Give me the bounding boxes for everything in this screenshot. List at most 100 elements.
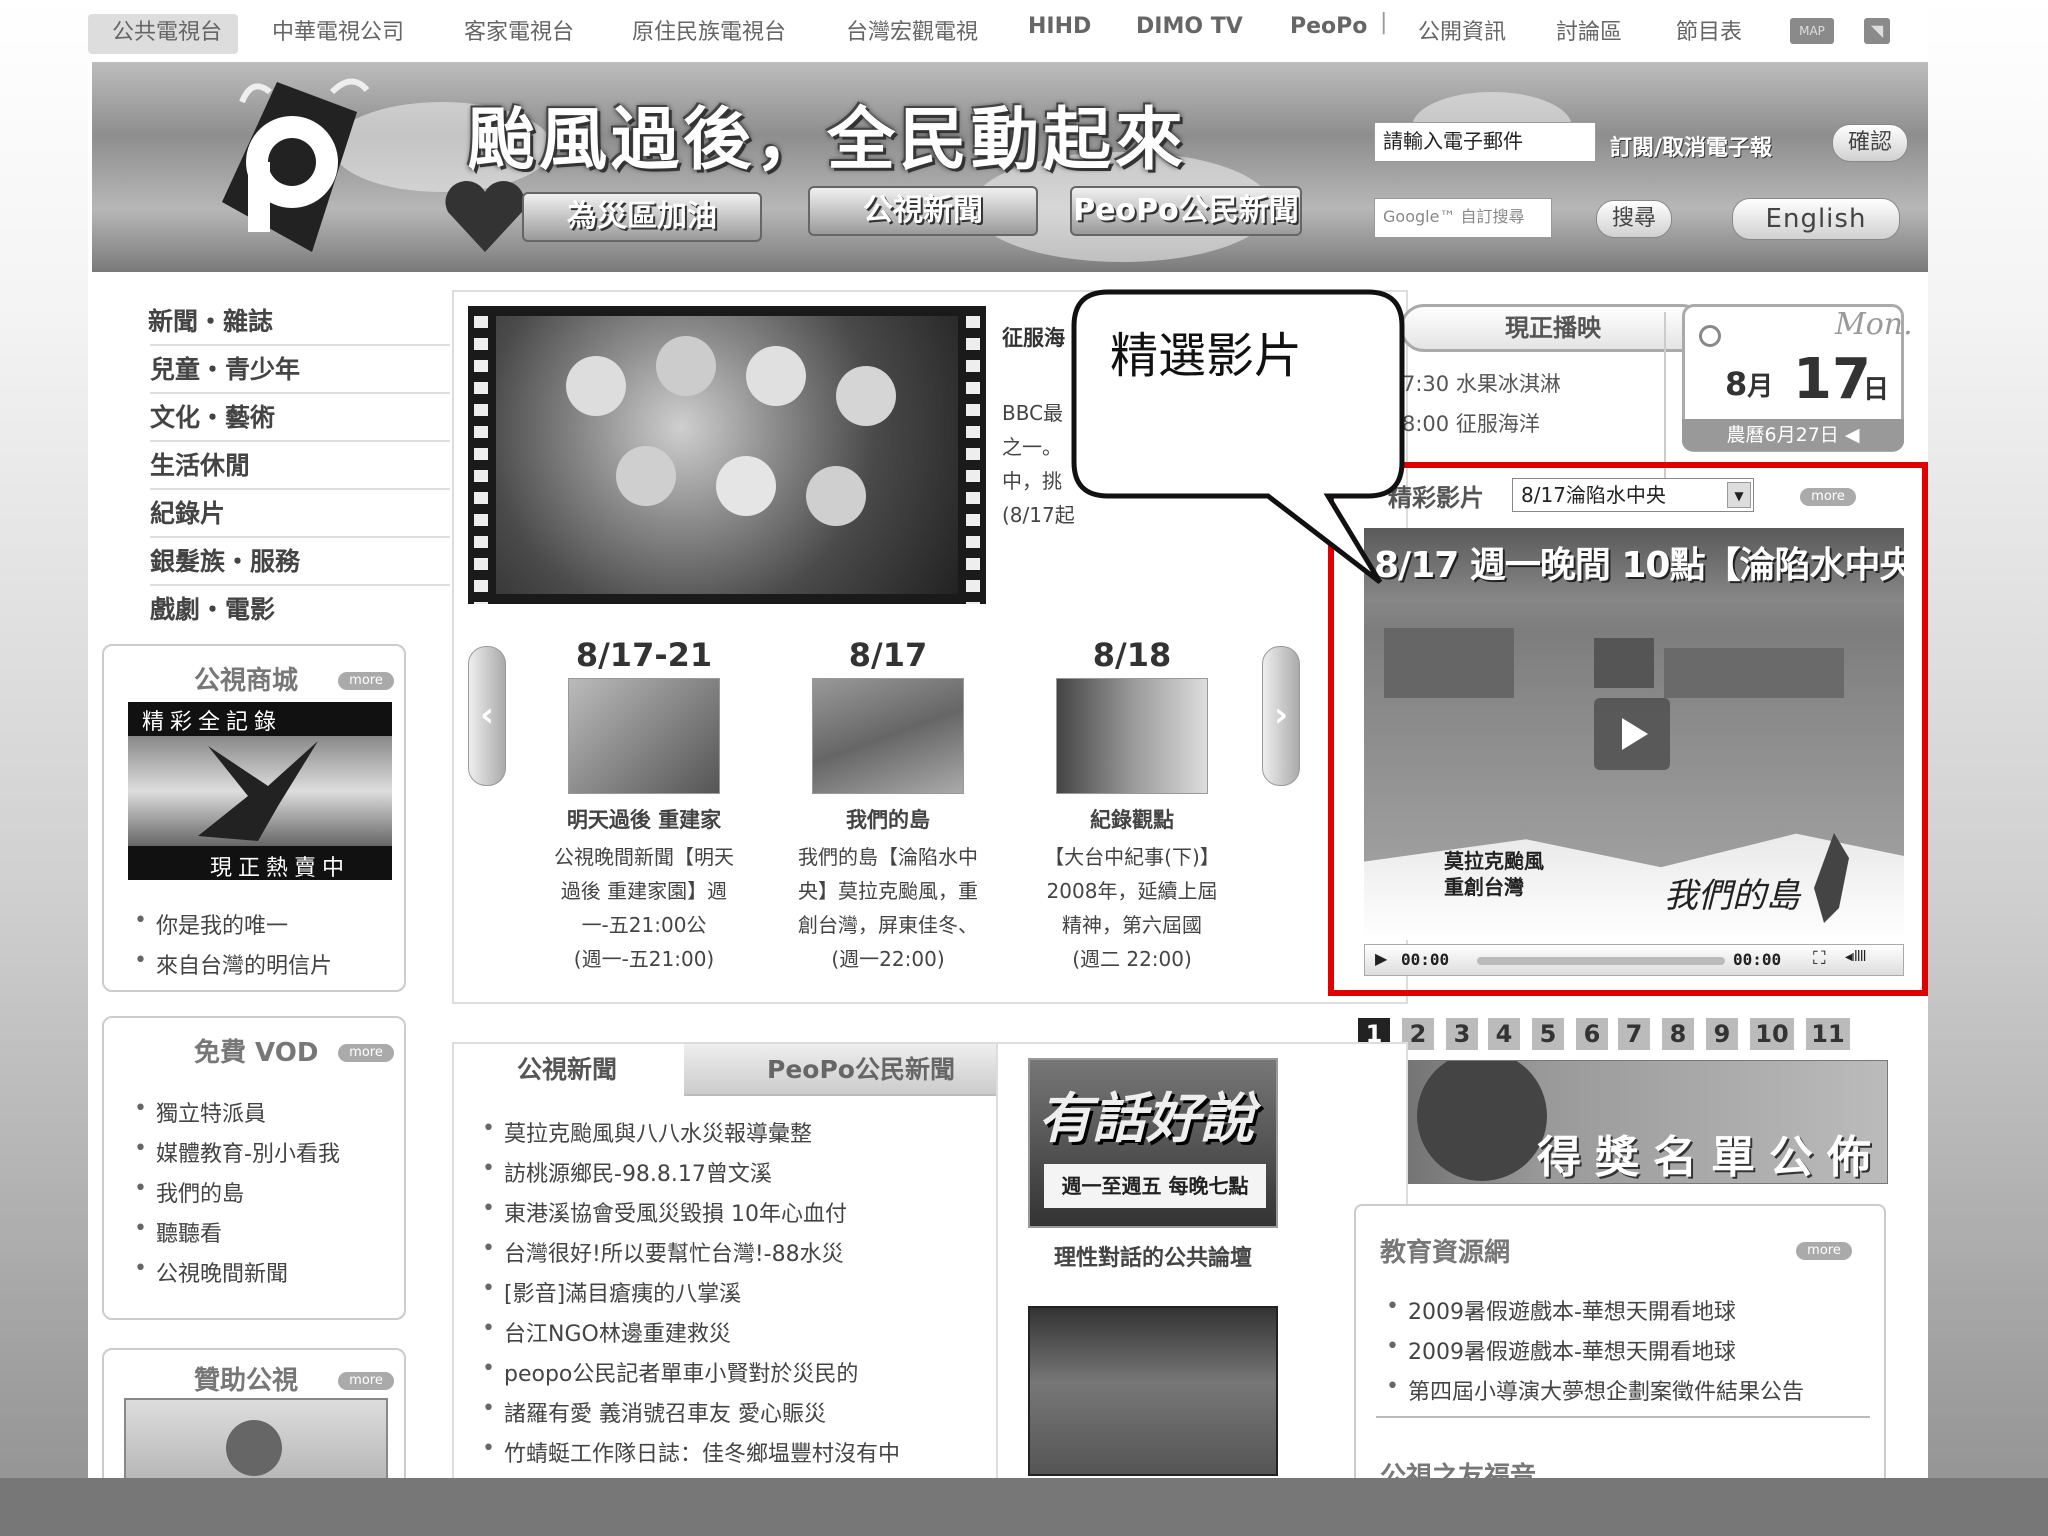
promo-banner[interactable]: 有話好說 週一至週五 每晚七點 xyxy=(1028,1058,1278,1228)
page-number[interactable]: 4 xyxy=(1488,1018,1520,1050)
news-item[interactable]: 竹蜻蜓工作隊日誌：佳冬鄉塭豐村沒有中 xyxy=(482,1436,900,1468)
page-number[interactable]: 7 xyxy=(1618,1018,1650,1050)
sidebar-item-news[interactable]: 新聞・雜誌 xyxy=(148,300,450,346)
carousel-item[interactable]: 8/17-21 明天過後 重建家 公視晚間新聞【明天 過後 重建家園】週 一-五… xyxy=(534,636,754,976)
sponsor-more-button[interactable]: more xyxy=(338,1372,394,1390)
tab-peopo-news[interactable]: PeoPo公民新聞 xyxy=(684,1044,1038,1096)
fullscreen-icon[interactable]: ⛶ xyxy=(1813,948,1826,969)
page-number[interactable]: 8 xyxy=(1662,1018,1694,1050)
news-item[interactable]: 台灣很好!所以要幫忙台灣!-88水災 xyxy=(482,1236,844,1268)
play-button[interactable] xyxy=(1594,698,1670,770)
edu-more-button[interactable]: more xyxy=(1796,1242,1852,1260)
carousel-prev-button[interactable]: ‹ xyxy=(468,646,506,786)
nav-forum[interactable]: 討論區 xyxy=(1556,14,1622,46)
feature-film-frame[interactable] xyxy=(468,306,986,604)
chevron-down-icon[interactable]: ▼ xyxy=(1727,482,1751,508)
edu-item[interactable]: 2009暑假遊戲本-華想天開看地球 xyxy=(1386,1334,1736,1366)
carousel-thumbnail[interactable] xyxy=(1056,678,1208,794)
shop-more-button[interactable]: more xyxy=(338,672,394,690)
volume-icon[interactable]: ◂ıllll xyxy=(1845,949,1867,965)
pts-logo-icon[interactable] xyxy=(182,72,382,262)
subscribe-label[interactable]: 訂閱/取消電子報 xyxy=(1610,130,1772,162)
sidebar-item-senior[interactable]: 銀髮族・服務 xyxy=(150,540,450,586)
video-player[interactable]: 8/17 週一晚間 10點【淪陷水中央】 莫拉克颱風 重創台灣 我們的島 xyxy=(1364,528,1904,940)
rss-icon[interactable]: ◥ xyxy=(1864,18,1890,44)
video-progress-bar[interactable] xyxy=(1477,957,1725,965)
peopo-news-button[interactable]: PeoPo公民新聞 xyxy=(1070,186,1302,236)
vod-item[interactable]: 聽聽看 xyxy=(134,1216,222,1248)
tab-pts-news[interactable]: 公視新聞 xyxy=(454,1044,680,1096)
nav-pts[interactable]: 公共電視台 xyxy=(112,14,222,46)
news-item[interactable]: 莫拉克颱風與八八水災報導彙整 xyxy=(482,1116,812,1148)
sponsor-title[interactable]: 贊助公視 xyxy=(194,1360,298,1397)
nav-macro[interactable]: 台灣宏觀電視 xyxy=(846,14,978,46)
video-select[interactable]: 8/17淪陷水中央 ▼ xyxy=(1512,478,1754,512)
carousel-item[interactable]: 8/18 紀錄觀點 【大台中紀事(下)】 2008年，延續上屆 精神，第六屆國 … xyxy=(1022,636,1242,976)
promo-video-thumbnail[interactable] xyxy=(1028,1306,1278,1476)
carousel-title[interactable]: 我們的島 xyxy=(778,804,998,834)
page-number[interactable]: 10 xyxy=(1750,1018,1794,1050)
page-number[interactable]: 5 xyxy=(1532,1018,1564,1050)
sponsor-image[interactable] xyxy=(124,1398,388,1478)
now-playing-item[interactable]: 8:00 征服海洋 xyxy=(1402,408,1540,438)
page-number[interactable]: 6 xyxy=(1576,1018,1608,1050)
english-button[interactable]: English xyxy=(1732,198,1900,240)
promo-caption[interactable]: 理性對話的公共論壇 xyxy=(1028,1240,1278,1272)
edu-item[interactable]: 第四屆小導演大夢想企劃案徵件結果公告 xyxy=(1386,1374,1804,1406)
vod-item[interactable]: 獨立特派員 xyxy=(134,1096,266,1128)
search-input[interactable]: Google™ 自訂搜尋 xyxy=(1374,198,1552,238)
news-item[interactable]: [影音]滿目瘡痍的八掌溪 xyxy=(482,1276,741,1308)
now-playing-item[interactable]: 7:30 水果冰淇淋 xyxy=(1402,368,1561,398)
news-item[interactable]: peopo公民記者單車小賢對於災民的 xyxy=(482,1356,858,1388)
news-item[interactable]: 訪桃源鄉民-98.8.17曾文溪 xyxy=(482,1156,772,1188)
vod-item[interactable]: 我們的島 xyxy=(134,1176,244,1208)
nav-dimo[interactable]: DIMO TV xyxy=(1136,14,1243,39)
carousel-thumbnail[interactable] xyxy=(568,678,720,794)
sidebar-item-kids[interactable]: 兒童・青少年 xyxy=(150,348,450,394)
nav-cts[interactable]: 中華電視公司 xyxy=(272,14,404,46)
play-small-icon[interactable]: ▶ xyxy=(1375,949,1387,968)
news-item[interactable]: 諸羅有愛 義消號召車友 愛心賑災 xyxy=(482,1396,826,1428)
nav-hakka[interactable]: 客家電視台 xyxy=(464,14,574,46)
vod-more-button[interactable]: more xyxy=(338,1044,394,1062)
shop-title[interactable]: 公視商城 xyxy=(194,660,298,697)
map-icon[interactable]: MAP xyxy=(1790,18,1834,44)
carousel-title[interactable]: 紀錄觀點 xyxy=(1022,804,1242,834)
pts-news-button[interactable]: 公視新聞 xyxy=(808,186,1038,236)
vod-item[interactable]: 公視晚間新聞 xyxy=(134,1256,288,1288)
sidebar-item-culture[interactable]: 文化・藝術 xyxy=(150,396,450,442)
shop-banner-image[interactable]: 精彩全記錄 現正熱賣中 xyxy=(128,702,392,880)
email-field[interactable]: 請輸入電子郵件 xyxy=(1374,122,1596,162)
carousel-next-button[interactable]: › xyxy=(1262,646,1300,786)
sidebar-item-drama[interactable]: 戲劇・電影 xyxy=(150,588,450,634)
news-item[interactable]: 台江NGO林邊重建救災 xyxy=(482,1316,731,1348)
page-number[interactable]: 3 xyxy=(1446,1018,1478,1050)
sidebar-item-documentary[interactable]: 紀錄片 xyxy=(150,492,450,538)
carousel-item[interactable]: 8/17 我們的島 我們的島【淪陷水中 央】莫拉克颱風，重 創台灣，屏東佳冬、 … xyxy=(778,636,998,976)
vod-title[interactable]: 免費 VOD xyxy=(194,1032,318,1069)
video-more-button[interactable]: more xyxy=(1800,488,1856,506)
carousel-thumbnail[interactable] xyxy=(812,678,964,794)
nav-hihd[interactable]: HIHD xyxy=(1028,14,1091,39)
carousel-title[interactable]: 明天過後 重建家 xyxy=(534,804,754,834)
news-item[interactable]: 東港溪協會受風災毀損 10年心血付 xyxy=(482,1196,847,1228)
award-banner[interactable]: 得獎名單公佈 xyxy=(1356,1060,1888,1184)
feature-heading[interactable]: 征服海 xyxy=(1002,322,1065,352)
confirm-button[interactable]: 確認 xyxy=(1832,124,1908,162)
now-playing-title[interactable]: 現正播映 xyxy=(1400,304,1706,352)
sidebar-item-leisure[interactable]: 生活休閒 xyxy=(150,444,450,490)
nav-tita[interactable]: 原住民族電視台 xyxy=(632,14,786,46)
support-disaster-button[interactable]: 為災區加油 xyxy=(522,192,762,242)
nav-peopo[interactable]: PeoPo xyxy=(1290,14,1367,39)
edu-next-title[interactable]: 公視之友福音 xyxy=(1380,1456,1536,1478)
nav-schedule[interactable]: 節目表 xyxy=(1676,14,1742,46)
page-number[interactable]: 9 xyxy=(1706,1018,1738,1050)
edu-item[interactable]: 2009暑假遊戲本-華想天開看地球 xyxy=(1386,1294,1736,1326)
nav-public-info[interactable]: 公開資訊 xyxy=(1418,14,1506,46)
vod-item[interactable]: 媒體教育-別小看我 xyxy=(134,1136,340,1168)
page-number[interactable]: 11 xyxy=(1806,1018,1850,1050)
search-button[interactable]: 搜尋 xyxy=(1596,200,1672,238)
shop-item[interactable]: 你是我的唯一 xyxy=(134,908,288,940)
shop-item[interactable]: 來自台灣的明信片 xyxy=(134,948,332,980)
edu-title[interactable]: 教育資源網 xyxy=(1380,1232,1510,1269)
